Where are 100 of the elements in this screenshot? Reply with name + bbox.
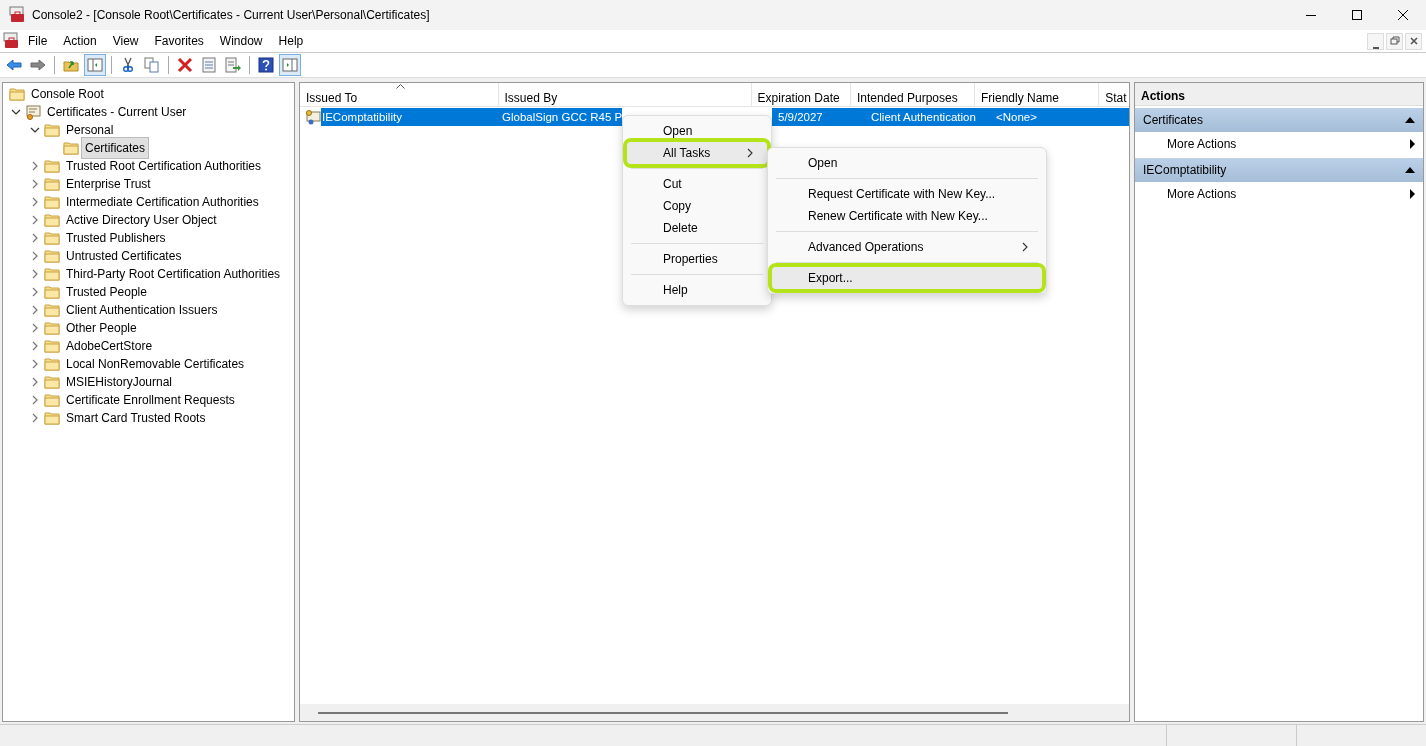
menu-item[interactable]: Help xyxy=(270,32,312,50)
folder-icon xyxy=(44,176,60,192)
restore-icon xyxy=(1389,36,1400,46)
column-header[interactable]: Issued By xyxy=(498,83,752,106)
tree-pane-button[interactable] xyxy=(84,54,106,76)
window-title: Console2 - [Console Root\Certificates - Current User\Personal\Certificates] xyxy=(32,7,430,24)
column-header[interactable]: Stat xyxy=(1099,83,1129,106)
action-item[interactable]: More Actions xyxy=(1135,132,1423,156)
pane-title: Actions xyxy=(1135,83,1423,106)
minimize-icon xyxy=(1306,14,1316,16)
collapsed-chevron-icon[interactable] xyxy=(30,413,40,423)
folder-icon xyxy=(44,410,60,426)
table-cell: 5/9/2027 xyxy=(772,108,865,126)
collapsed-chevron-icon[interactable] xyxy=(30,377,40,387)
action-item[interactable]: More Actions xyxy=(1135,182,1423,206)
mdi-close-button[interactable] xyxy=(1405,32,1422,50)
collapsed-chevron-icon[interactable] xyxy=(30,359,40,369)
folder-icon xyxy=(44,284,60,300)
collapsed-chevron-icon[interactable] xyxy=(30,161,40,171)
app-icon xyxy=(8,6,26,24)
folder-icon xyxy=(44,320,60,336)
close-icon xyxy=(1398,10,1408,20)
table-cell: IEComptatibility xyxy=(321,108,496,126)
certificate-store-icon xyxy=(25,104,41,120)
folder-icon xyxy=(44,248,60,264)
menu-item[interactable]: Favorites xyxy=(146,32,212,50)
app-menu-icon[interactable] xyxy=(2,32,20,50)
delete-icon xyxy=(177,57,193,73)
menu-item[interactable]: Action xyxy=(55,32,105,50)
expanded-chevron-icon[interactable] xyxy=(30,125,40,135)
column-header[interactable]: Intended Purposes xyxy=(850,83,975,106)
folder-icon xyxy=(44,194,60,210)
folder-icon xyxy=(44,374,60,390)
folder-icon xyxy=(44,392,60,408)
collapsed-chevron-icon[interactable] xyxy=(30,341,40,351)
column-header[interactable]: Expiration Date xyxy=(751,83,851,106)
menu-item[interactable]: View xyxy=(104,32,147,50)
menu-item[interactable]: Renew Certificate with New Key... xyxy=(772,205,1042,227)
folder-icon xyxy=(44,266,60,282)
collapsed-chevron-icon[interactable] xyxy=(30,251,40,261)
table-cell: Client Authentication xyxy=(865,108,990,126)
scissors-icon xyxy=(120,57,136,73)
folder-icon xyxy=(44,356,60,372)
forward-arrow-icon xyxy=(30,57,46,73)
folder-icon xyxy=(44,338,60,354)
horizontal-scrollbar[interactable] xyxy=(318,711,1008,714)
maximize-icon xyxy=(1352,10,1362,20)
collapse-arrow-icon xyxy=(1405,167,1415,173)
help-button[interactable] xyxy=(255,54,277,76)
collapsed-chevron-icon[interactable] xyxy=(30,323,40,333)
folder-icon xyxy=(44,122,60,138)
folder-icon xyxy=(63,140,79,156)
mdi-minimize-button[interactable] xyxy=(1367,32,1384,50)
certificate-icon xyxy=(305,109,321,125)
collapse-arrow-icon xyxy=(1405,117,1415,123)
collapsed-chevron-icon[interactable] xyxy=(30,269,40,279)
export-list-button[interactable] xyxy=(222,54,244,76)
copy-icon xyxy=(144,57,160,73)
close-icon xyxy=(1408,36,1419,46)
export-list-icon xyxy=(225,57,241,73)
menu-item[interactable]: Request Certificate with New Key... xyxy=(772,183,1042,205)
folder-icon xyxy=(44,212,60,228)
folder-icon xyxy=(44,230,60,246)
action-section-header[interactable]: Certificates xyxy=(1135,108,1423,132)
properties-icon xyxy=(201,57,217,73)
table-cell: <None> xyxy=(990,108,1129,126)
submenu-arrow-icon xyxy=(1410,139,1415,149)
collapsed-chevron-icon[interactable] xyxy=(30,215,40,225)
menu-item[interactable]: Cut xyxy=(627,173,767,195)
submenu-arrow-icon xyxy=(1410,189,1415,199)
table-cell: GlobalSign GCC R45 P xyxy=(496,108,622,126)
menu-item[interactable]: Window xyxy=(211,32,271,50)
menu-item[interactable]: Advanced Operations xyxy=(772,236,1042,258)
menu-item[interactable]: Open xyxy=(772,152,1042,174)
tree-pane-icon xyxy=(87,57,103,73)
mdi-restore-button[interactable] xyxy=(1386,32,1403,50)
action-pane-icon xyxy=(282,57,298,73)
column-header[interactable]: Friendly Name xyxy=(975,83,1100,106)
collapsed-chevron-icon[interactable] xyxy=(30,305,40,315)
column-header[interactable]: Issued To xyxy=(300,83,499,106)
collapsed-chevron-icon[interactable] xyxy=(30,179,40,189)
folder-icon xyxy=(9,86,25,102)
collapsed-chevron-icon[interactable] xyxy=(30,233,40,243)
menu-item[interactable]: Properties xyxy=(627,248,767,270)
help-icon xyxy=(258,57,274,73)
menu-item[interactable]: Delete xyxy=(627,217,767,239)
collapsed-chevron-icon[interactable] xyxy=(30,395,40,405)
action-section-header[interactable]: IEComptatibility xyxy=(1135,158,1423,182)
collapsed-chevron-icon[interactable] xyxy=(30,287,40,297)
expanded-chevron-icon[interactable] xyxy=(11,107,21,117)
minimize-icon xyxy=(1372,46,1379,49)
collapsed-chevron-icon[interactable] xyxy=(30,197,40,207)
menu-item[interactable]: Copy xyxy=(627,195,767,217)
menu-item[interactable]: File xyxy=(20,32,56,50)
folder-icon xyxy=(44,158,60,174)
tree-item[interactable]: Certificates xyxy=(81,137,150,159)
menu-item[interactable]: Open xyxy=(627,120,767,142)
folder-icon xyxy=(44,302,60,318)
menu-item[interactable]: Help xyxy=(627,279,767,301)
back-arrow-icon xyxy=(6,57,22,73)
